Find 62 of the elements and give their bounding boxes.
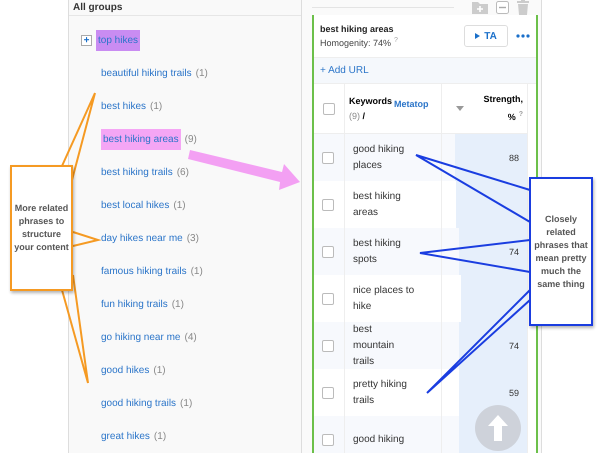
add-folder-icon[interactable] — [472, 1, 488, 14]
keyword-text: good hiking — [353, 432, 406, 446]
keyword-text: best mountain trails — [353, 322, 396, 368]
keyword-text: pretty hiking trails — [353, 378, 408, 408]
ta-button[interactable]: TA — [464, 25, 508, 47]
expand-button[interactable]: + — [81, 35, 92, 46]
metatop-link[interactable]: Metatop — [394, 98, 429, 108]
keyword-count: (6) — [176, 167, 189, 178]
group-link[interactable]: good hiking trails — [101, 398, 176, 409]
group-link[interactable]: best local hikes — [101, 200, 170, 211]
keyword-count: (1) — [153, 365, 166, 376]
keyword-count: (1) — [190, 266, 203, 277]
callout: Closely related phrases that mean pretty much the same thing — [529, 177, 593, 326]
panel-title: All groups — [69, 0, 301, 16]
keyword-count: (1) — [196, 68, 208, 79]
keyword-count: (1) — [172, 299, 184, 310]
more-icon[interactable] — [516, 34, 530, 38]
trash-icon[interactable] — [517, 0, 529, 15]
callout: More related phrases to structure your content — [10, 165, 73, 291]
group-link[interactable]: beautiful hiking trails — [101, 68, 192, 79]
group-link[interactable]: best hiking trails — [101, 167, 173, 178]
keyword-text: best hiking areas — [353, 190, 402, 220]
group-link[interactable]: great hikes — [101, 431, 150, 442]
group-link[interactable]: fun hiking trails — [101, 299, 168, 310]
collapse-icon[interactable] — [496, 1, 509, 14]
row-checkbox[interactable] — [322, 292, 334, 304]
group-link[interactable]: go hiking near me — [101, 332, 180, 343]
strength-value: 88 — [508, 152, 519, 164]
callout-pointer — [72, 231, 102, 247]
select-all-checkbox[interactable] — [323, 102, 335, 114]
group-link[interactable]: best hikes — [101, 101, 146, 112]
row-checkbox[interactable] — [322, 198, 334, 210]
play-icon — [475, 33, 480, 39]
strength-value: 59 — [508, 386, 519, 400]
row-checkbox[interactable] — [322, 152, 334, 164]
keyword-count: (4) — [184, 332, 197, 343]
homogenity-label: Homogenity: 74% $^{?}$ — [320, 37, 399, 48]
keyword-count: (1) — [150, 101, 162, 112]
group-link[interactable]: good hikes — [101, 365, 150, 376]
strength-header: Strength, % $^{?}$ — [484, 93, 523, 124]
group-link[interactable]: best hiking areas — [101, 129, 181, 150]
group-title: best hiking areas — [320, 24, 395, 34]
sort-icon[interactable] — [456, 106, 464, 111]
row-checkbox[interactable] — [322, 340, 334, 352]
group-link[interactable]: famous hiking trails — [101, 266, 187, 277]
keyword-count: (1) — [154, 431, 166, 442]
keyword-count: (3) — [186, 233, 199, 244]
row-checkbox[interactable] — [322, 246, 334, 258]
keyword-count: (1) — [180, 398, 192, 409]
strength-value: 74 — [508, 246, 519, 258]
row-checkbox[interactable] — [322, 386, 334, 398]
add-url-link[interactable]: + Add URL — [320, 65, 369, 76]
scroll-top-icon[interactable] — [475, 405, 521, 451]
strength-value: 74 — [508, 340, 519, 352]
keywords-header: Keywords (9) / — [349, 94, 392, 123]
keyword-count: (1) — [173, 200, 186, 211]
keyword-text: best hiking spots — [353, 236, 402, 266]
group-link[interactable]: day hikes near me — [101, 233, 183, 244]
keyword-text: nice places to hike — [353, 284, 415, 314]
row-checkbox[interactable] — [322, 434, 334, 446]
keyword-count: (9) — [184, 134, 197, 145]
keyword-text: good hiking places — [353, 142, 406, 172]
